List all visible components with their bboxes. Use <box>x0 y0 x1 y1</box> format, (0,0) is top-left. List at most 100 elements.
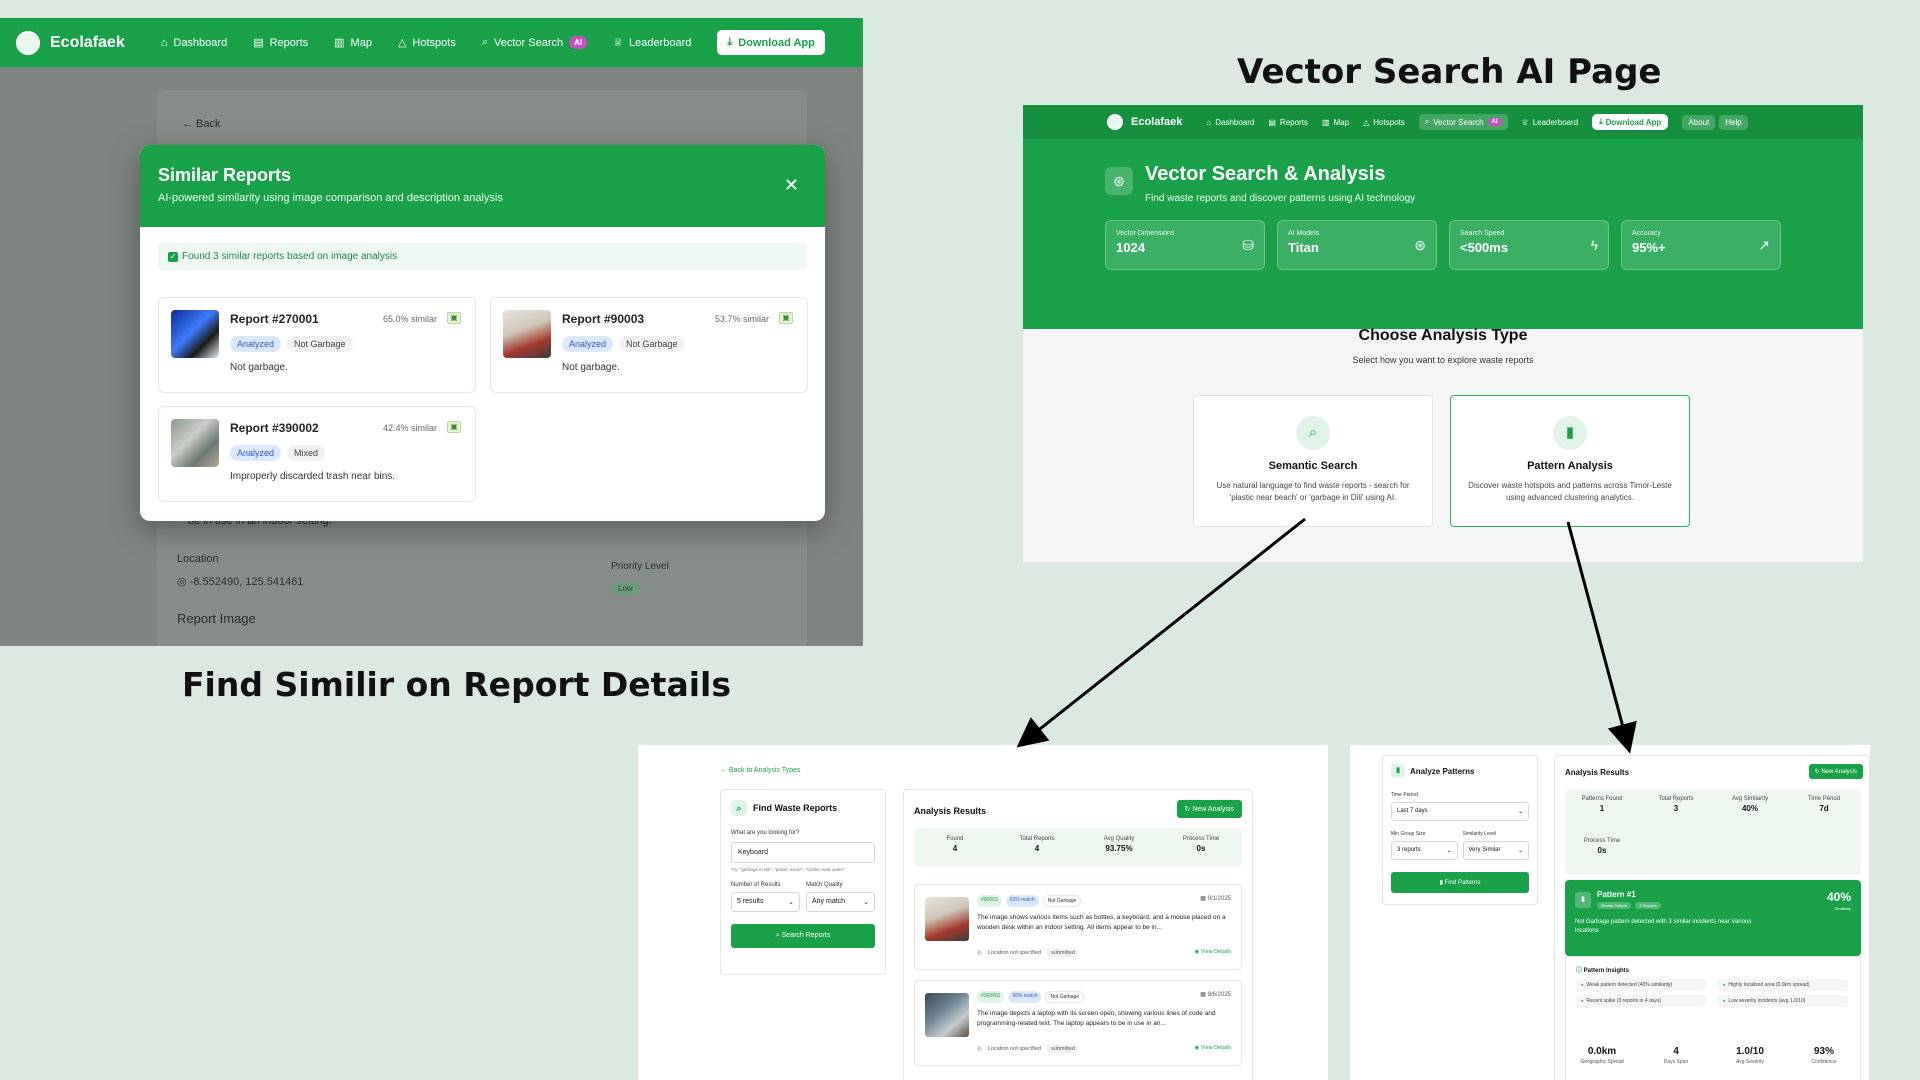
pattern-chip: Similar Pattern <box>1597 902 1632 909</box>
status-badge: Analyzed <box>230 336 282 352</box>
analysis-results: Analysis Results ↻ New Analysis Found 4 T… <box>903 789 1253 1080</box>
nav-leaderboard[interactable]: ♕ Leaderboard <box>613 36 691 50</box>
nav-label: Map <box>350 36 372 49</box>
search-reports-button[interactable]: ⌕ Search Reports <box>731 924 875 948</box>
view-details-link[interactable]: ◉ View Details <box>1195 1045 1232 1051</box>
similar-report-card[interactable]: Report #90003 53.7% similar ▣ Analyzed No… <box>490 297 808 393</box>
stat-value: 7d <box>1819 804 1829 813</box>
nav-label: Vector Search <box>494 36 564 49</box>
page-title: Vector Search & Analysis <box>1145 163 1386 185</box>
download-app-button[interactable]: ⤓ Download App <box>1592 114 1669 130</box>
pattern-analysis-card[interactable]: ▮ Pattern Analysis Discover waste hotspo… <box>1450 395 1690 527</box>
view-details-link[interactable]: ◉ View Details <box>1195 949 1232 955</box>
result-card[interactable]: #90003 63% match Not Garbage ▦ 9/1/2025 Th… <box>914 884 1242 970</box>
report-title: Report #270001 <box>230 312 319 326</box>
stat-card: Search Speed <500ms ϟ <box>1449 220 1609 270</box>
about-link[interactable]: About <box>1682 114 1716 130</box>
metric: 1.0/10 Avg Severity <box>1713 1046 1787 1065</box>
stat-value: <500ms <box>1460 240 1509 255</box>
result-card[interactable]: #360001 66% match Not Garbage ▦ 9/6/2025 T… <box>914 980 1242 1066</box>
similarity-level-select[interactable]: Very Similar ⌄ <box>1462 841 1529 860</box>
pattern-description: Not Garbage pattern detected with 3 simi… <box>1575 919 1752 934</box>
stat-value: 40% <box>1741 804 1758 813</box>
brand-name[interactable]: Ecolafaek <box>50 34 125 52</box>
back-link[interactable]: ← Back <box>182 118 221 130</box>
stat-label: Avg Similarity <box>1731 796 1769 802</box>
stat-label: Process Time <box>1583 838 1621 844</box>
match-quality-label: Match Quality <box>806 882 843 888</box>
heading-find-similar: Find Similir on Report Details <box>182 665 731 704</box>
vector-search-panel: Ecolafaek ⌂ Dashboard ▤ Reports ▥ Map △ Hots… <box>1023 105 1863 562</box>
nav-hotspots[interactable]: △ Hotspots <box>1363 118 1405 127</box>
similarity-score: 42.4% similar <box>382 423 437 433</box>
type-badge: Not Garbage <box>1042 895 1082 907</box>
stat-label: Accuracy <box>1632 230 1661 237</box>
group-size-select[interactable]: 3 reports ⌄ <box>1391 841 1458 860</box>
chart-icon: ▮ <box>1575 892 1591 908</box>
nav-leaderboard[interactable]: ♕ Leaderboard <box>1522 118 1579 127</box>
query-input[interactable]: Keyboard <box>731 842 875 863</box>
stat-value: 4 <box>952 844 958 853</box>
brand-name[interactable]: Ecolafaek <box>1131 116 1182 128</box>
time-period-select[interactable]: Last 7 days ⌄ <box>1391 802 1529 821</box>
match-quality-select[interactable]: Any match ⌄ <box>806 892 875 912</box>
download-icon: ⤓ <box>727 36 733 48</box>
report-thumbnail <box>171 419 219 467</box>
help-link[interactable]: Help <box>1719 114 1748 130</box>
stat-label: Search Speed <box>1460 230 1505 237</box>
group-size-label: Min Group Size <box>1391 831 1426 837</box>
top-navbar: Ecolafaek ⌂ Dashboard ▤ Reports ▥ Map △ Hots… <box>0 18 863 67</box>
button-label: Search Reports <box>781 932 831 939</box>
stat-label: Total Reports <box>1658 796 1694 802</box>
date-text: 9/6/2025 <box>1207 992 1231 998</box>
nav-vector-search[interactable]: ⌕ Vector Search AI <box>1418 114 1508 130</box>
report-description: Not garbage. <box>230 362 288 373</box>
coordinates: -8.552490, 125.541461 <box>189 576 304 588</box>
modal-title: Similar Reports <box>158 165 292 185</box>
database-icon: ⛁ <box>1242 237 1254 253</box>
semantic-search-card[interactable]: ⌕ Semantic Search Use natural language t… <box>1193 395 1433 527</box>
nav-dashboard[interactable]: ⌂ Dashboard <box>1206 118 1254 127</box>
stat-label: Vector Dimensions <box>1116 230 1175 237</box>
results-count-select[interactable]: 5 results ⌄ <box>731 892 800 912</box>
similar-report-card[interactable]: Report #270001 65.0% similar ▣ Analyzed N… <box>158 297 476 393</box>
nav-dashboard[interactable]: ⌂ Dashboard <box>161 37 227 49</box>
stat-card: Vector Dimensions 1024 ⛁ <box>1105 220 1265 270</box>
back-to-analysis-types-link[interactable]: ← Back to Analysis Types <box>720 767 800 774</box>
metric-label: Days Span <box>1663 1059 1689 1065</box>
logo-icon[interactable] <box>16 30 40 55</box>
close-icon[interactable]: ✕ <box>784 175 799 196</box>
new-analysis-button[interactable]: ↻ New Analysis <box>1176 800 1242 818</box>
nav-label: Dashboard <box>1215 117 1255 127</box>
ai-badge: AI <box>569 36 588 49</box>
type-badge: Not Garbage <box>1045 991 1085 1003</box>
stat-label: Patterns Found <box>1581 796 1623 802</box>
nav-reports[interactable]: ▤ Reports <box>253 36 308 50</box>
nav-reports[interactable]: ▤ Reports <box>1268 118 1308 127</box>
nav-hotspots[interactable]: △ Hotspots <box>398 36 456 50</box>
form-title: Analyze Patterns <box>1410 766 1475 776</box>
pattern-stats: Patterns Found 1 Total Reports 3 Avg Simil… <box>1565 790 1861 874</box>
pattern-card[interactable]: ▮ Pattern #1 Similar Pattern 3 Reports 40… <box>1565 880 1861 956</box>
report-image-label: Report Image <box>177 611 256 626</box>
modal-subtitle: AI-powered similarity using image compar… <box>158 192 503 204</box>
logo-icon[interactable] <box>1107 114 1123 130</box>
bar-chart-icon: ▮ <box>1553 416 1587 450</box>
download-app-button[interactable]: ⤓ Download App <box>717 30 825 55</box>
nav-vector-search[interactable]: ⌕ Vector Search AI <box>482 36 588 49</box>
download-icon: ⤓ <box>1599 117 1603 126</box>
results-stats: Found 4 Total Reports 4 Avg Quality 93.75% … <box>914 828 1242 866</box>
nav-map[interactable]: ▥ Map <box>334 36 372 50</box>
stat-value: 1024 <box>1116 240 1145 255</box>
result-thumbnail <box>925 993 969 1037</box>
nav-map[interactable]: ▥ Map <box>1322 118 1349 127</box>
stat-value: 95%+ <box>1632 240 1666 255</box>
calendar-icon: ▦ <box>1200 896 1208 902</box>
similar-report-card[interactable]: Report #390002 42.4% similar ▣ Analyzed M… <box>158 406 476 502</box>
chevron-down-icon: ⌄ <box>1446 848 1452 854</box>
card-description: Discover waste hotspots and patterns acr… <box>1468 481 1672 502</box>
new-analysis-button[interactable]: ↻ New Analysis <box>1808 764 1863 779</box>
found-text: Found 3 similar reports based on image a… <box>182 251 398 262</box>
find-patterns-button[interactable]: ▮ Find Patterns <box>1391 872 1529 893</box>
query-hint: Try: "garbage in Dili", "plastic waste",… <box>731 867 845 872</box>
